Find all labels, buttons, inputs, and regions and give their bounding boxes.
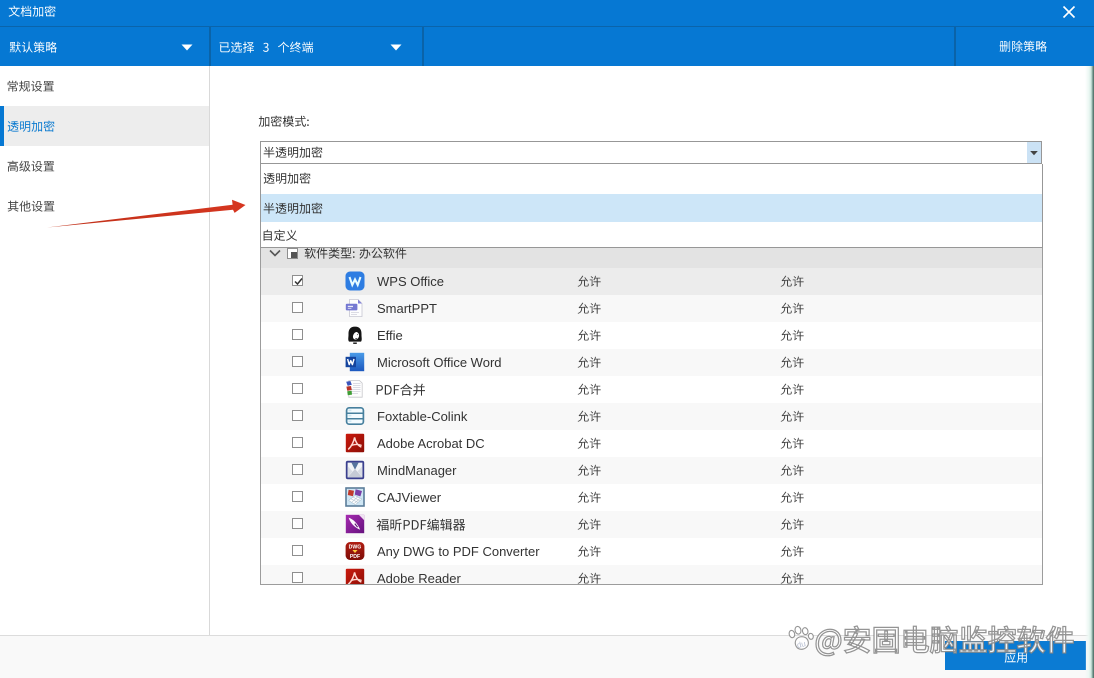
svg-text:DWG: DWG	[349, 545, 362, 551]
svg-text:PDF: PDF	[350, 554, 360, 560]
